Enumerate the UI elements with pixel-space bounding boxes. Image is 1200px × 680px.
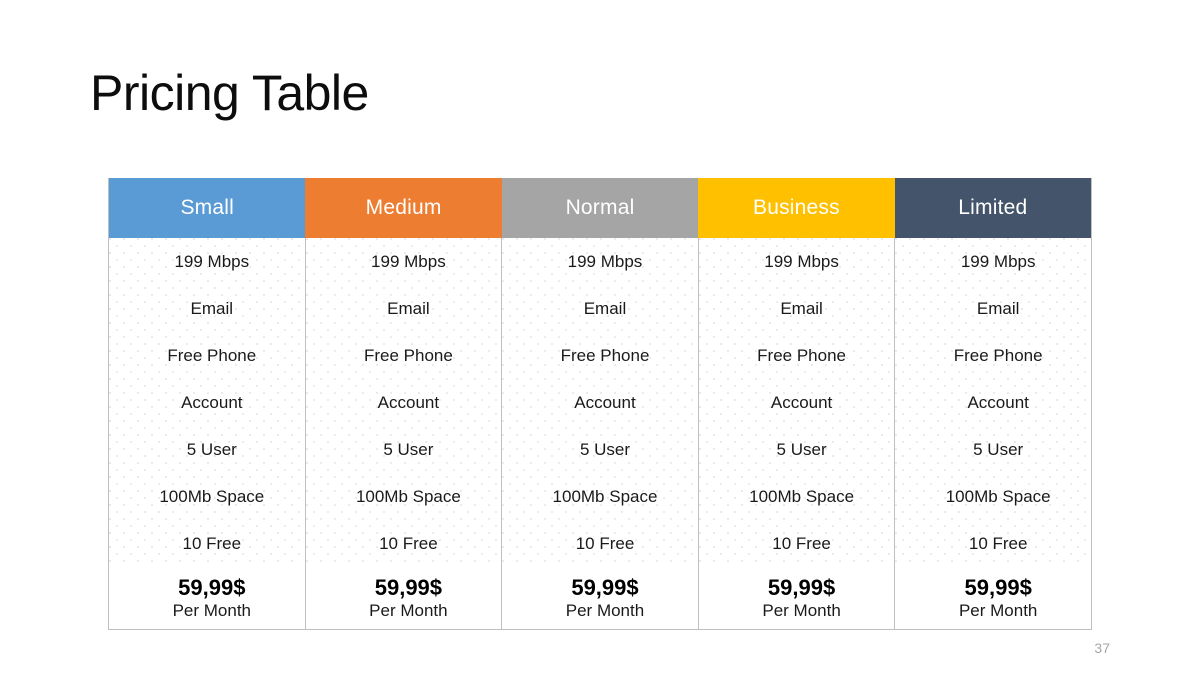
- plan-feature-item: 199 Mbps: [174, 251, 250, 271]
- plan-price-amount: 59,99$: [571, 574, 639, 600]
- plan-price-block: 59,99$ Per Month: [895, 567, 1091, 629]
- plan-price-block: 59,99$ Per Month: [698, 567, 895, 629]
- plan-feature-item: 100Mb Space: [159, 486, 265, 506]
- plan-header-business[interactable]: Business: [698, 178, 895, 238]
- plan-feature-item: Email: [190, 298, 234, 318]
- plan-feature-item: Account: [967, 392, 1029, 412]
- plan-column-small: 199 Mbps Email Free Phone Account 5 User…: [109, 238, 306, 629]
- plan-feature-item: 5 User: [383, 439, 434, 459]
- page-title: Pricing Table: [90, 65, 369, 121]
- plan-feature-item: 10 Free: [182, 533, 242, 553]
- plan-feature-item: 10 Free: [575, 533, 635, 553]
- plan-column-medium: 199 Mbps Email Free Phone Account 5 User…: [305, 238, 503, 629]
- plan-feature-item: 10 Free: [772, 533, 831, 553]
- plan-price-period: Per Month: [369, 600, 448, 620]
- plan-feature-list: 199 Mbps Email Free Phone Account 5 User…: [305, 238, 502, 567]
- plan-feature-list: 199 Mbps Email Free Phone Account 5 User…: [109, 238, 305, 567]
- plan-feature-item: Email: [583, 298, 627, 318]
- plan-price-period: Per Month: [762, 600, 841, 620]
- plan-price-amount: 59,99$: [964, 574, 1032, 600]
- plan-column-limited: 199 Mbps Email Free Phone Account 5 User…: [895, 238, 1091, 629]
- plan-price-period: Per Month: [958, 600, 1038, 620]
- plan-price-period: Per Month: [172, 600, 252, 620]
- plan-header-label: Small: [180, 196, 234, 219]
- plan-feature-list: 199 Mbps Email Free Phone Account 5 User…: [698, 238, 895, 567]
- plan-feature-item: 199 Mbps: [960, 251, 1036, 271]
- plan-header-small[interactable]: Small: [109, 178, 306, 238]
- plan-feature-item: 5 User: [776, 439, 827, 459]
- plan-feature-item: 100Mb Space: [355, 486, 461, 506]
- plan-price-block: 59,99$ Per Month: [502, 567, 698, 629]
- plan-header-label: Medium: [365, 196, 442, 219]
- plan-price-amount: 59,99$: [374, 574, 443, 600]
- plan-feature-item: Free Phone: [167, 345, 257, 365]
- plan-feature-item: Account: [377, 392, 440, 412]
- plan-header-limited[interactable]: Limited: [894, 178, 1092, 238]
- plan-feature-item: 5 User: [973, 439, 1024, 459]
- plan-header-normal[interactable]: Normal: [501, 178, 699, 238]
- plan-header-medium[interactable]: Medium: [305, 178, 502, 238]
- plan-column-normal: 199 Mbps Email Free Phone Account 5 User…: [502, 238, 699, 629]
- plan-feature-item: Account: [574, 392, 636, 412]
- plan-feature-item: Free Phone: [560, 345, 650, 365]
- plan-column-business: 199 Mbps Email Free Phone Account 5 User…: [698, 238, 896, 629]
- plan-feature-item: 100Mb Space: [945, 486, 1051, 506]
- plan-header-label: Business: [753, 196, 840, 219]
- plan-feature-item: Email: [780, 298, 823, 318]
- plan-feature-item: 199 Mbps: [567, 251, 643, 271]
- plan-price-period: Per Month: [565, 600, 645, 620]
- plan-feature-item: 5 User: [579, 439, 631, 459]
- plan-feature-item: Free Phone: [953, 345, 1043, 365]
- page-number: 37: [1094, 640, 1110, 656]
- plan-feature-item: Account: [181, 392, 243, 412]
- plan-feature-list: 199 Mbps Email Free Phone Account 5 User…: [502, 238, 698, 567]
- plan-price-amount: 59,99$: [767, 574, 836, 600]
- plan-feature-item: Free Phone: [363, 345, 453, 365]
- plan-feature-item: 100Mb Space: [552, 486, 658, 506]
- pricing-table-body: 199 Mbps Email Free Phone Account 5 User…: [109, 238, 1091, 629]
- plan-feature-item: Free Phone: [757, 345, 846, 365]
- plan-feature-item: Email: [387, 298, 430, 318]
- plan-price-amount: 59,99$: [178, 574, 246, 600]
- plan-feature-list: 199 Mbps Email Free Phone Account 5 User…: [895, 238, 1091, 567]
- plan-feature-item: 100Mb Space: [749, 486, 855, 506]
- pricing-table-header-row: Small Medium Normal Business Limited: [109, 178, 1092, 238]
- pricing-table: Small Medium Normal Business Limited 199…: [108, 178, 1092, 630]
- plan-feature-item: 199 Mbps: [371, 251, 446, 271]
- plan-feature-item: 10 Free: [379, 533, 438, 553]
- plan-header-label: Normal: [565, 196, 635, 219]
- plan-feature-item: Account: [770, 392, 833, 412]
- plan-feature-item: Email: [976, 298, 1020, 318]
- plan-price-block: 59,99$ Per Month: [109, 567, 305, 629]
- plan-price-block: 59,99$ Per Month: [305, 567, 502, 629]
- plan-header-label: Limited: [958, 196, 1028, 219]
- plan-feature-item: 199 Mbps: [764, 251, 839, 271]
- plan-feature-item: 10 Free: [968, 533, 1028, 553]
- plan-feature-item: 5 User: [186, 439, 237, 459]
